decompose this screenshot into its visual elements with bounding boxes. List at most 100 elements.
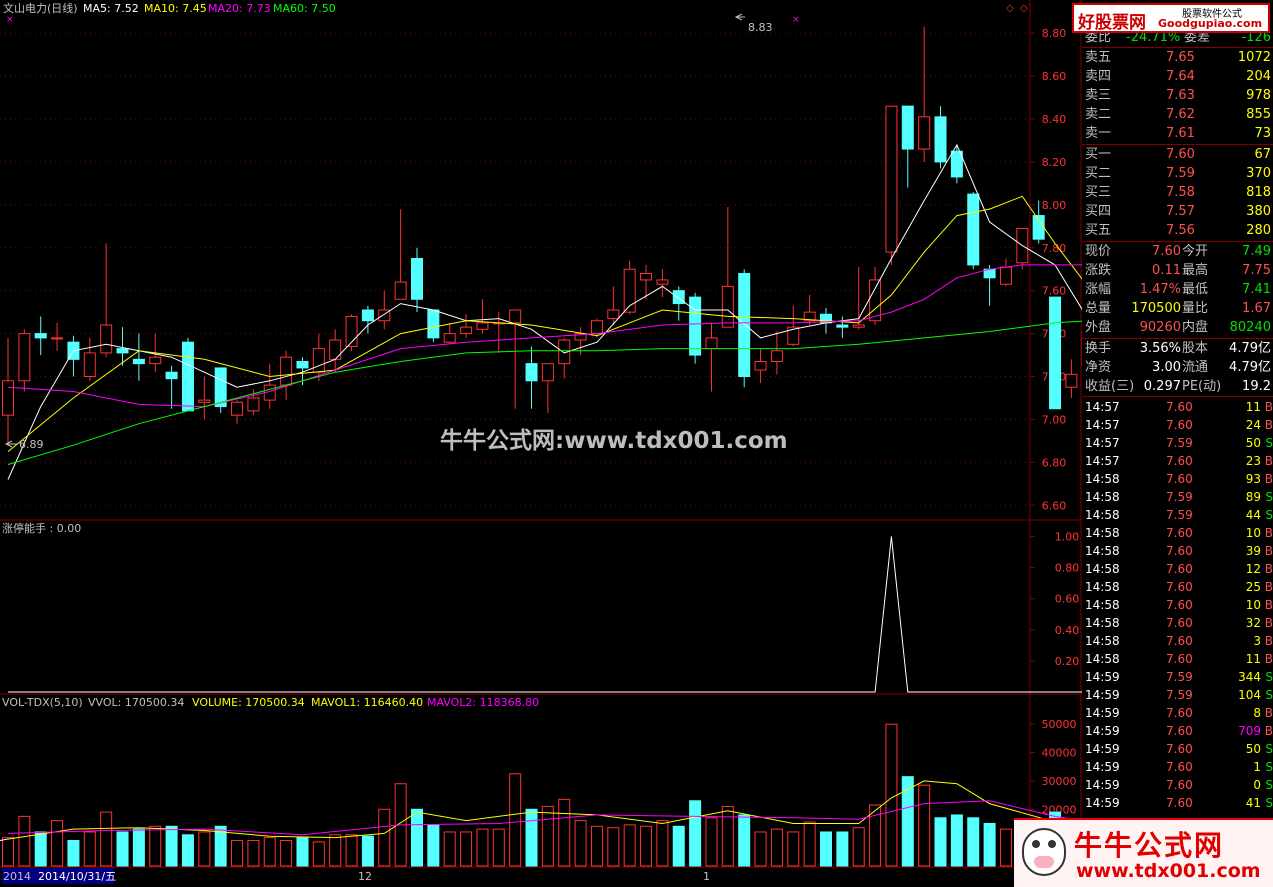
candle[interactable] bbox=[590, 320, 603, 335]
candle[interactable] bbox=[361, 309, 374, 322]
volume-bar[interactable] bbox=[934, 817, 947, 867]
candle[interactable] bbox=[165, 371, 178, 380]
volume-bar[interactable] bbox=[820, 831, 832, 867]
diamond-icon[interactable]: ◇ bbox=[1020, 3, 1028, 14]
candle[interactable] bbox=[51, 337, 64, 340]
candle[interactable] bbox=[149, 356, 162, 365]
volume-bar[interactable] bbox=[901, 776, 914, 867]
candle[interactable] bbox=[672, 290, 685, 305]
diamond-icon[interactable]: ◇ bbox=[1006, 3, 1014, 14]
candle[interactable] bbox=[705, 337, 718, 350]
volume-bar[interactable] bbox=[852, 827, 865, 867]
candle[interactable] bbox=[116, 348, 129, 354]
candle[interactable] bbox=[852, 324, 865, 328]
volume-bar[interactable] bbox=[132, 828, 145, 867]
volume-bar[interactable] bbox=[460, 831, 473, 867]
candle[interactable] bbox=[394, 281, 407, 300]
volume-bar[interactable] bbox=[836, 831, 849, 867]
candle[interactable] bbox=[83, 352, 96, 378]
volume-bar[interactable] bbox=[165, 825, 178, 867]
candle[interactable] bbox=[181, 341, 194, 412]
candle[interactable] bbox=[836, 324, 849, 328]
volume-bar[interactable] bbox=[198, 831, 211, 867]
candle[interactable] bbox=[460, 326, 473, 335]
candle[interactable] bbox=[525, 363, 538, 382]
volume-bar[interactable] bbox=[149, 825, 162, 867]
volume-bar[interactable] bbox=[378, 808, 391, 867]
candle[interactable] bbox=[754, 360, 767, 371]
candle[interactable] bbox=[607, 309, 620, 320]
candle[interactable] bbox=[934, 116, 947, 163]
candle[interactable] bbox=[100, 324, 113, 354]
volume-bar[interactable] bbox=[754, 831, 767, 867]
candle[interactable] bbox=[34, 333, 47, 339]
candle[interactable] bbox=[427, 309, 440, 339]
volume-bar[interactable] bbox=[181, 834, 194, 867]
candle[interactable] bbox=[869, 279, 882, 322]
candle[interactable] bbox=[885, 105, 898, 253]
candle[interactable] bbox=[280, 356, 293, 386]
volume-bar[interactable] bbox=[640, 825, 653, 867]
volume-bar[interactable] bbox=[525, 808, 538, 867]
volume-bar[interactable] bbox=[361, 835, 374, 867]
volume-bar[interactable] bbox=[280, 839, 293, 867]
candle[interactable] bbox=[132, 358, 145, 365]
volume-bar[interactable] bbox=[672, 825, 685, 867]
volume-bar[interactable] bbox=[312, 841, 325, 867]
candle[interactable] bbox=[721, 285, 734, 328]
volume-bar[interactable] bbox=[967, 817, 980, 867]
volume-panel[interactable]: 5000040000300002000010000 bbox=[0, 718, 1082, 867]
volume-bar[interactable] bbox=[770, 828, 783, 867]
candle[interactable] bbox=[901, 105, 914, 150]
volume-bar[interactable] bbox=[492, 828, 505, 867]
volume-bar[interactable] bbox=[950, 814, 963, 867]
volume-bar[interactable] bbox=[67, 839, 80, 867]
volume-bar[interactable] bbox=[100, 811, 113, 867]
volume-bar[interactable] bbox=[427, 824, 440, 867]
volume-bar[interactable] bbox=[885, 723, 898, 867]
volume-bar[interactable] bbox=[787, 831, 800, 867]
volume-bar[interactable] bbox=[51, 820, 64, 867]
volume-bar[interactable] bbox=[705, 817, 718, 867]
candle[interactable] bbox=[656, 279, 669, 285]
volume-bar[interactable] bbox=[574, 820, 587, 867]
volume-bar[interactable] bbox=[983, 822, 996, 867]
candle[interactable] bbox=[999, 266, 1012, 285]
candle[interactable] bbox=[509, 309, 522, 324]
kline-chart[interactable]: 8.808.608.408.208.007.807.607.407.207.00… bbox=[0, 0, 1082, 885]
candle[interactable] bbox=[18, 333, 31, 382]
candle[interactable] bbox=[247, 397, 260, 412]
volume-bar[interactable] bbox=[476, 828, 489, 867]
volume-bar[interactable] bbox=[558, 798, 571, 867]
candle[interactable] bbox=[476, 322, 489, 330]
volume-bar[interactable] bbox=[2, 837, 14, 867]
volume-bar[interactable] bbox=[918, 784, 931, 867]
candle[interactable] bbox=[198, 399, 211, 403]
candle[interactable] bbox=[231, 401, 244, 416]
volume-bar[interactable] bbox=[803, 821, 816, 867]
candle[interactable] bbox=[312, 348, 325, 373]
volume-bar[interactable] bbox=[590, 825, 603, 867]
volume-bar[interactable] bbox=[247, 839, 260, 867]
candle[interactable] bbox=[640, 273, 653, 281]
volume-bar[interactable] bbox=[345, 834, 358, 867]
candle[interactable] bbox=[918, 116, 931, 150]
candle[interactable] bbox=[296, 360, 309, 369]
volume-bar[interactable] bbox=[296, 837, 309, 867]
candle[interactable] bbox=[214, 367, 227, 408]
volume-bar[interactable] bbox=[623, 824, 636, 867]
volume-bar[interactable] bbox=[263, 837, 276, 867]
volume-bar[interactable] bbox=[656, 820, 669, 867]
volume-bar[interactable] bbox=[999, 828, 1012, 867]
volume-bar[interactable] bbox=[329, 834, 342, 867]
volume-bar[interactable] bbox=[34, 831, 47, 867]
volume-bar[interactable] bbox=[18, 815, 31, 867]
candle[interactable] bbox=[2, 380, 14, 416]
volume-bar[interactable] bbox=[411, 808, 423, 867]
candle[interactable] bbox=[770, 350, 783, 362]
indicator-panel[interactable]: 1.00 0.80 0.60 0.40 0.20 bbox=[8, 530, 1082, 693]
volume-bar[interactable] bbox=[541, 805, 554, 867]
volume-bar[interactable] bbox=[738, 814, 751, 867]
volume-bar[interactable] bbox=[116, 831, 129, 867]
volume-bar[interactable] bbox=[721, 805, 734, 867]
